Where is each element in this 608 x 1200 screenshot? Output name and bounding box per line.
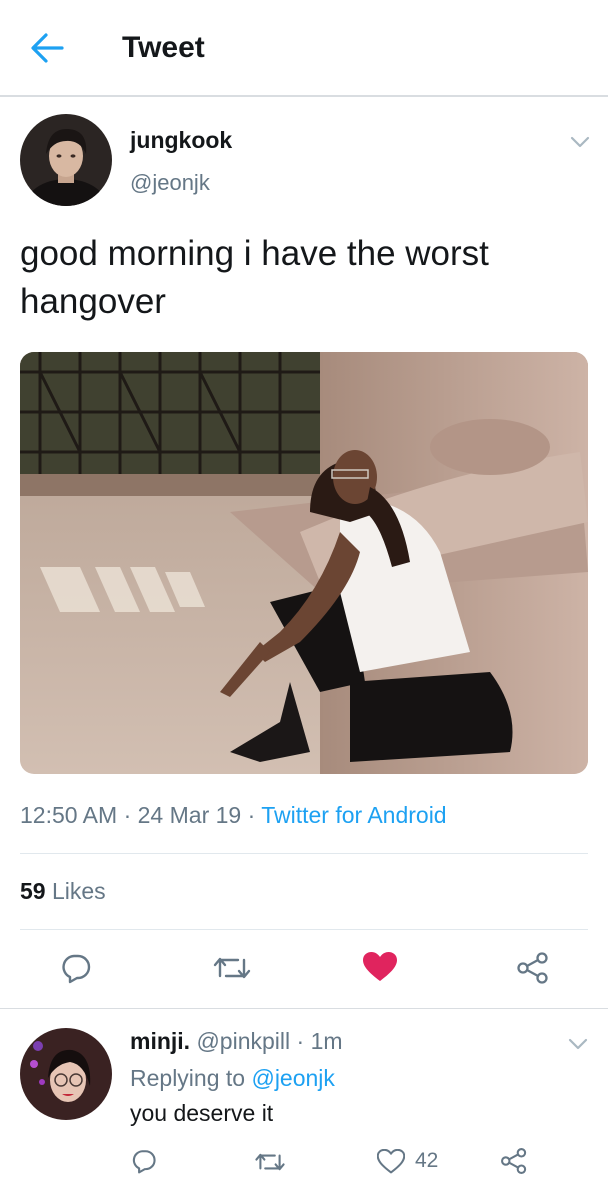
tweet-photo[interactable]	[20, 352, 588, 774]
replying-to-handle[interactable]: @jeonjk	[251, 1065, 334, 1091]
reply-like-count: 42	[415, 1149, 439, 1172]
tweet-text: good morning i have the worst hangover	[20, 234, 489, 321]
tweet-time: 12:50 AM	[20, 802, 118, 828]
likes-count: 59	[20, 878, 46, 904]
reply-author-handle[interactable]: @pinkpill	[196, 1028, 290, 1054]
tweet-timestamp-row: 12:50 AM · 24 Mar 19 · Twitter for Andro…	[20, 802, 447, 829]
divider	[20, 853, 588, 854]
meta-separator: ·	[296, 1028, 311, 1054]
meta-separator: ·	[247, 802, 262, 828]
reply-text: you deserve it	[130, 1100, 274, 1126]
replying-to-label: Replying to	[130, 1065, 246, 1091]
share-icon[interactable]	[516, 951, 550, 985]
retweet-icon[interactable]	[212, 952, 252, 984]
divider	[20, 929, 588, 930]
page-title: Tweet	[122, 31, 205, 64]
likes-count-row[interactable]: 59 Likes	[20, 878, 106, 905]
section-divider	[0, 1008, 608, 1009]
tweet-date: 24 Mar 19	[137, 802, 242, 828]
retweet-icon[interactable]	[254, 1149, 286, 1175]
tweet-source-link[interactable]: Twitter for Android	[261, 802, 446, 828]
reply-author-name[interactable]: minji.	[130, 1028, 190, 1054]
author-avatar[interactable]	[20, 114, 112, 206]
likes-label: Likes	[51, 878, 106, 904]
author-handle[interactable]: @jeonjk	[130, 170, 210, 196]
replying-to: Replying to @jeonjk	[130, 1065, 335, 1092]
share-icon[interactable]	[500, 1147, 528, 1175]
reply-icon[interactable]	[60, 952, 92, 984]
reply-icon[interactable]	[131, 1148, 157, 1174]
chevron-down-icon[interactable]	[570, 136, 590, 148]
heart-icon[interactable]	[362, 951, 398, 983]
author-name[interactable]: jungkook	[130, 127, 232, 154]
reply-avatar[interactable]	[20, 1028, 112, 1120]
meta-separator: ·	[123, 802, 138, 828]
reply-time: 1m	[310, 1028, 343, 1054]
reply-header: minji. @pinkpill · 1m	[130, 1028, 343, 1055]
heart-outline-icon[interactable]	[377, 1149, 405, 1174]
chevron-down-icon[interactable]	[568, 1038, 588, 1050]
top-app-bar: Tweet	[0, 0, 608, 97]
arrow-left-icon[interactable]	[30, 32, 64, 64]
